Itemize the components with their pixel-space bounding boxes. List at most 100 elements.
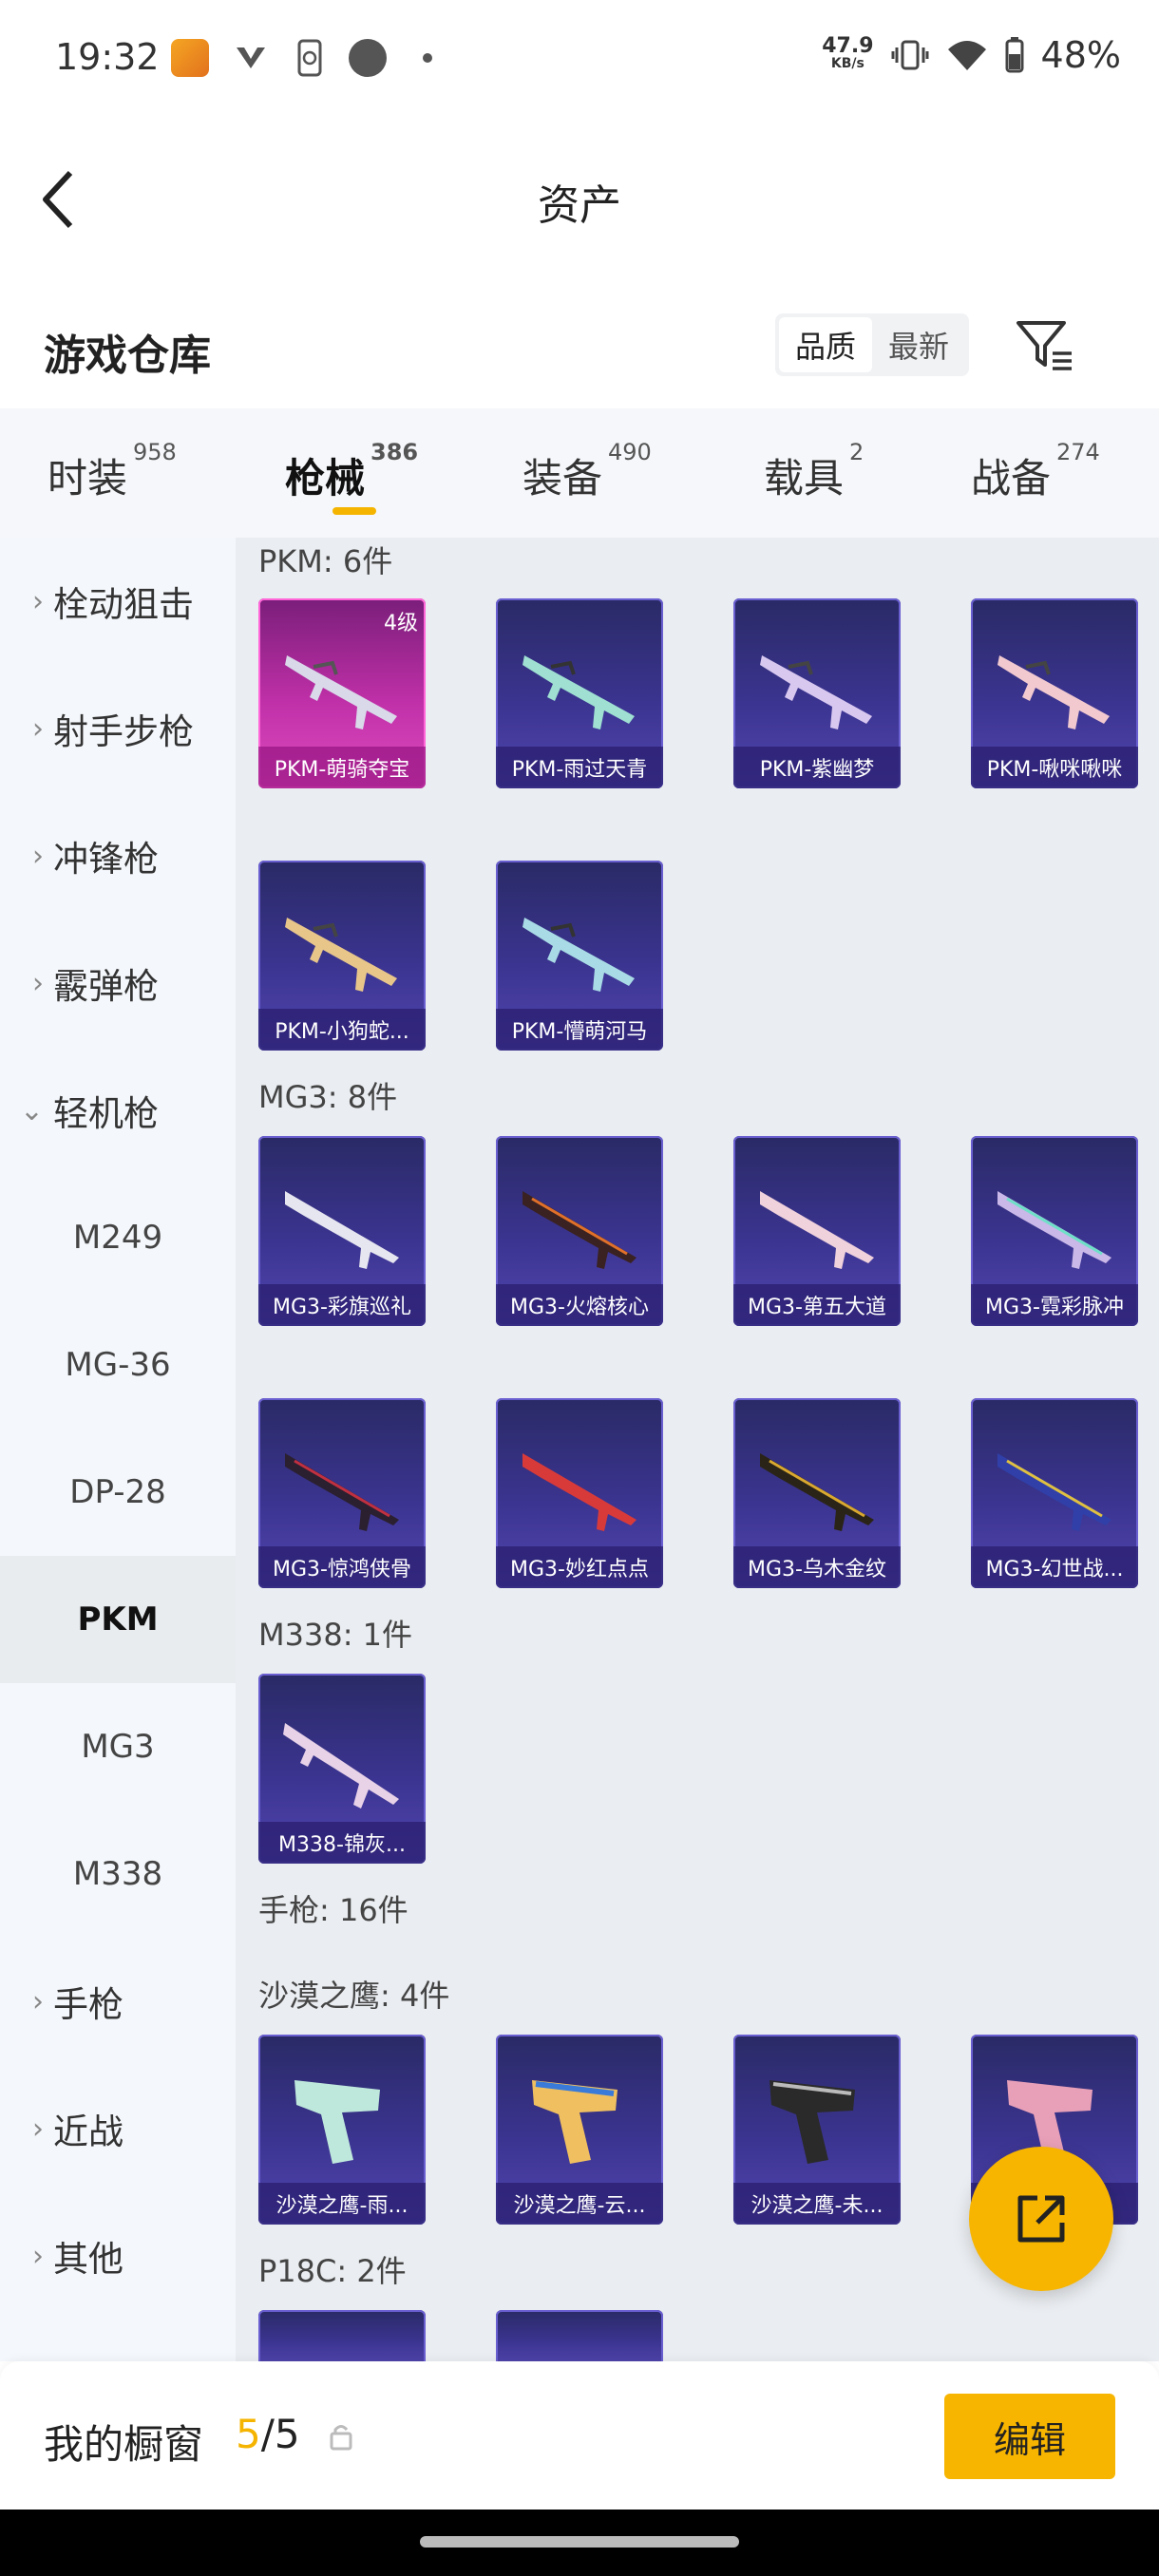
weapon-card[interactable] (258, 2310, 426, 2361)
sidebar-label: 其他 (53, 2239, 124, 2280)
share-button[interactable] (969, 2147, 1113, 2291)
weapon-card[interactable]: PKM-紫幽梦 (733, 598, 901, 788)
sidebar-item-shotgun[interactable]: › 霰弹枪 (0, 919, 236, 1047)
tab-label: 载具 (764, 455, 845, 502)
sidebar-label: 冲锋枪 (53, 839, 159, 880)
sidebar-item-pkm[interactable]: PKM (0, 1556, 236, 1683)
home-gesture-bar[interactable] (420, 2536, 739, 2548)
chevron-right-icon: › (32, 1984, 44, 2018)
weapon-card[interactable]: MG3-幻世战... (971, 1398, 1138, 1588)
sidebar-item-lmg[interactable]: ⌄ 轻机枪 (0, 1047, 236, 1174)
gun-icon (760, 655, 872, 729)
sidebar-item-pistol[interactable]: › 手枪 (0, 1938, 236, 2065)
group-title-mg3: MG3: 8件 (258, 1079, 398, 1115)
sidebar-label: 霰弹枪 (53, 966, 159, 1007)
weapon-card[interactable]: PKM-小狗蛇... (258, 861, 426, 1051)
sidebar-item-m249[interactable]: M249 (0, 1174, 236, 1301)
sidebar-label: 栓动狙击 (53, 584, 194, 625)
chevron-right-icon: › (32, 584, 44, 618)
speed-value: 47.9 (822, 34, 874, 58)
header: 资产 (0, 123, 1159, 266)
weapon-name: MG3-火熔核心 (496, 1284, 663, 1326)
tab-fashion[interactable]: 时装958 (48, 439, 177, 504)
weapon-card[interactable]: M338-锦灰... (258, 1674, 426, 1864)
more-dot-icon (418, 38, 437, 78)
weapon-card[interactable]: 沙漠之鹰-云... (496, 2035, 663, 2225)
weapon-grid: PKM: 6件 4级 PKM-萌骑夺宝 PKM-雨过天青 PKM-紫幽梦 PKM… (236, 538, 1159, 2361)
weapon-name: M338-锦灰... (258, 1822, 426, 1864)
tab-label: 装备 (522, 455, 603, 502)
sort-toggle: 品质 最新 (775, 313, 969, 376)
group-title-pkm: PKM: 6件 (258, 543, 393, 579)
sidebar-item-m338[interactable]: M338 (0, 1810, 236, 1938)
weapon-card[interactable]: MG3-霓彩脉冲 (971, 1136, 1138, 1326)
weapon-card[interactable]: PKM-雨过天青 (496, 598, 663, 788)
gun-icon (522, 918, 635, 992)
tab-count: 2 (849, 439, 864, 465)
pistol-icon (532, 2080, 618, 2164)
sidebar-item-mg3[interactable]: MG3 (0, 1683, 236, 1810)
weapon-card[interactable]: MG3-第五大道 (733, 1136, 901, 1326)
weapon-card[interactable]: MG3-乌木金纹 (733, 1398, 901, 1588)
status-time: 19:32 (55, 36, 160, 78)
group-title-m338: M338: 1件 (258, 1617, 413, 1653)
weapon-card[interactable]: MG3-惊鸿侠骨 (258, 1398, 426, 1588)
gun-icon (522, 655, 635, 729)
active-tab-indicator (332, 507, 376, 515)
weapon-card[interactable]: MG3-火熔核心 (496, 1136, 663, 1326)
filter-icon (1016, 321, 1072, 370)
sidebar-item-bolt-sniper[interactable]: › 栓动狙击 (0, 538, 236, 665)
weapon-name: MG3-彩旗巡礼 (258, 1284, 426, 1326)
tab-supplies[interactable]: 战备274 (971, 439, 1100, 504)
tab-count: 490 (608, 439, 652, 465)
sidebar-label: 近战 (53, 2112, 124, 2152)
gun-icon (998, 1453, 1112, 1531)
weapon-name: MG3-第五大道 (733, 1284, 901, 1326)
tab-label: 战备 (971, 455, 1052, 502)
sidebar-item-melee[interactable]: › 近战 (0, 2065, 236, 2192)
weapon-name: PKM-懵萌河马 (496, 1009, 663, 1051)
group-title-p18c: P18C: 2件 (258, 2253, 407, 2289)
edit-button[interactable]: 编辑 (944, 2394, 1115, 2479)
pistol-icon (770, 2080, 855, 2164)
weapon-card[interactable]: 沙漠之鹰-雨... (258, 2035, 426, 2225)
weapon-card[interactable]: MG3-妙红点点 (496, 1398, 663, 1588)
sidebar-item-other[interactable]: › 其他 (0, 2192, 236, 2320)
weapon-name: PKM-雨过天青 (496, 747, 663, 788)
chevron-down-icon: ⌄ (19, 1093, 44, 1127)
weapon-card[interactable] (496, 2310, 663, 2361)
chevron-right-icon: › (32, 2112, 44, 2146)
gun-icon (285, 1191, 399, 1269)
share-icon (1017, 2195, 1065, 2243)
weapon-card[interactable]: PKM-啾咪啾咪 (971, 598, 1138, 788)
tab-vehicles[interactable]: 载具2 (764, 439, 864, 504)
tab-count: 274 (1056, 439, 1100, 465)
sidebar-item-smg[interactable]: › 冲锋枪 (0, 792, 236, 919)
chevron-right-icon: › (32, 711, 44, 746)
gun-icon (285, 1453, 399, 1531)
status-right: 47.9 KB/s 48% (822, 34, 1121, 76)
weapon-type-sidebar: › 栓动狙击 › 射手步枪 › 冲锋枪 › 霰弹枪 ⌄ 轻机枪 M249 MG-36 DP… (0, 538, 236, 2361)
sort-newest-button[interactable]: 最新 (872, 317, 965, 372)
sidebar-item-dp28[interactable]: DP-28 (0, 1429, 236, 1556)
chevron-right-icon: › (32, 2239, 44, 2273)
weapon-card[interactable]: MG3-彩旗巡礼 (258, 1136, 426, 1326)
chevron-right-icon: › (32, 966, 44, 1000)
filter-button[interactable] (1015, 317, 1075, 374)
weapon-card[interactable]: 沙漠之鹰-未... (733, 2035, 901, 2225)
warehouse-header: 游戏仓库 品质 最新 (0, 285, 1159, 408)
weapon-name: 沙漠之鹰-云... (496, 2183, 663, 2225)
weapon-card[interactable]: 4级 PKM-萌骑夺宝 (258, 598, 426, 788)
sidebar-item-dmr[interactable]: › 射手步枪 (0, 665, 236, 792)
gun-icon (998, 1191, 1112, 1269)
tab-equipment[interactable]: 装备490 (522, 439, 652, 504)
group-title-pistol: 手枪: 16件 (258, 1892, 408, 1928)
showcase-total: /5 (260, 2411, 300, 2457)
group-title-deagle: 沙漠之鹰: 4件 (258, 1978, 450, 2014)
gun-icon (285, 918, 397, 992)
weapon-card[interactable]: PKM-懵萌河马 (496, 861, 663, 1051)
sidebar-item-mg36[interactable]: MG-36 (0, 1301, 236, 1429)
v-logo-icon (232, 38, 270, 78)
tab-guns[interactable]: 枪械386 (285, 439, 418, 504)
sort-quality-button[interactable]: 品质 (779, 317, 872, 372)
